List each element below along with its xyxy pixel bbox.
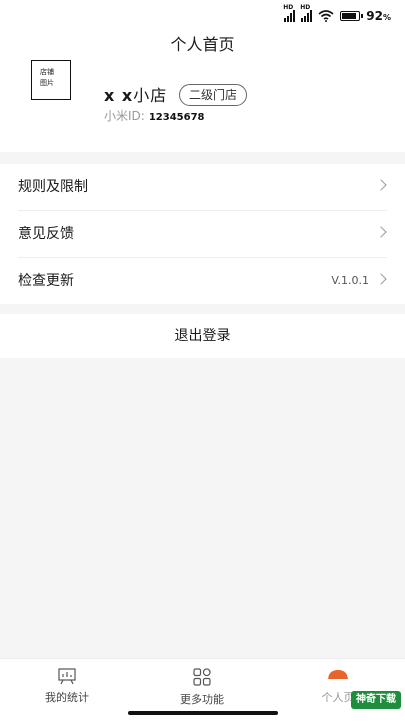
signal-hd-label: HD (283, 4, 294, 11)
store-level-badge: 二级门店 (179, 84, 248, 106)
user-id-row: 小米ID: 12345678 (104, 108, 205, 126)
store-image-label: 图片 (40, 79, 54, 87)
store-image-placeholder[interactable]: 店铺 图片 (31, 60, 71, 100)
grid-icon (193, 668, 211, 686)
chevron-right-icon (375, 226, 387, 238)
logout-button[interactable]: 退出登录 (0, 314, 405, 358)
home-indicator[interactable] (128, 711, 278, 715)
user-id-label: 小米ID: (104, 109, 145, 123)
watermark-badge: 神奇下载 (351, 691, 401, 709)
settings-menu: 规则及限制 意见反馈 检查更新 V.1.0.1 (0, 164, 405, 304)
status-bar: HD HD 92% (0, 0, 405, 34)
app-version: V.1.0.1 (331, 274, 369, 287)
signal-hd-label: HD (300, 4, 311, 11)
menu-item-label: 检查更新 (18, 273, 74, 289)
menu-item-feedback[interactable]: 意见反馈 (0, 211, 405, 257)
menu-item-check-update[interactable]: 检查更新 V.1.0.1 (0, 258, 405, 304)
store-image-label: 店铺 (40, 68, 54, 76)
user-id-value: 12345678 (148, 112, 205, 123)
battery-percent: 92% (366, 9, 391, 23)
tab-more-features[interactable]: 更多功能 (152, 667, 252, 707)
profile-header: 个人首页 店铺 图片 x x小店 二级门店 小米ID: 12345678 (0, 34, 405, 152)
person-icon (327, 670, 349, 685)
chart-board-icon (58, 668, 76, 685)
menu-item-label: 意见反馈 (18, 226, 74, 242)
tab-label: 个人页 (321, 691, 355, 704)
chevron-right-icon (375, 179, 387, 191)
menu-item-rules[interactable]: 规则及限制 (0, 164, 405, 210)
status-icons: HD HD 92% (283, 4, 391, 23)
page-title: 个人首页 (170, 35, 235, 54)
signal-icon: HD (300, 4, 313, 22)
menu-item-label: 规则及限制 (18, 179, 88, 195)
battery-icon (340, 11, 364, 21)
tab-label: 更多功能 (180, 693, 224, 706)
tab-statistics[interactable]: 我的统计 (17, 667, 117, 705)
chevron-right-icon (375, 273, 387, 285)
wifi-icon (318, 10, 334, 22)
store-name: x x小店 (104, 86, 168, 105)
signal-icon: HD (283, 4, 296, 22)
tab-label: 我的统计 (45, 691, 89, 704)
